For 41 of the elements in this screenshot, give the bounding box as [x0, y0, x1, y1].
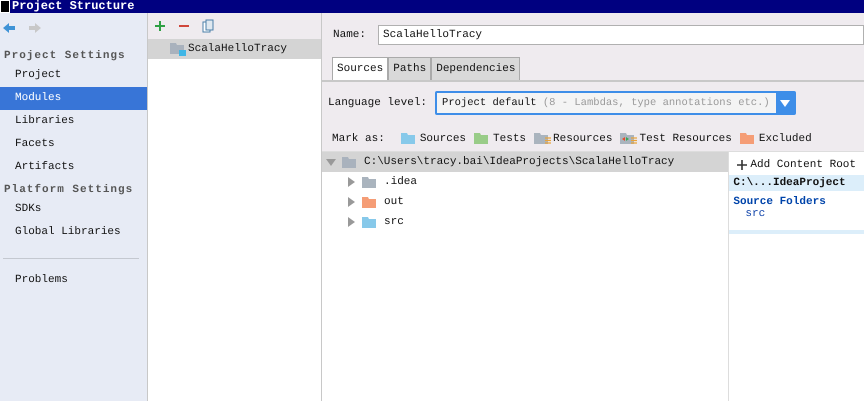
- name-label: Name:: [333, 29, 366, 41]
- add-content-root-button[interactable]: Add Content Root: [729, 152, 864, 175]
- window-title: Project Structure: [12, 0, 134, 13]
- tree-item[interactable]: src: [322, 212, 728, 232]
- sidebar-item[interactable]: Problems: [0, 269, 147, 292]
- add-icon[interactable]: [154, 20, 166, 32]
- source-folder[interactable]: src: [729, 208, 864, 234]
- sidebar-item[interactable]: Project: [0, 64, 147, 87]
- sidebar-item[interactable]: Global Libraries: [0, 221, 147, 244]
- language-level-dropdown[interactable]: Project default (8 - Lambdas, type annotations etc.): [435, 91, 796, 115]
- mark-as-option[interactable]: Resources: [534, 132, 612, 145]
- tree-root-row[interactable]: C:\Users\tracy.bai\IdeaProjects\ScalaHelloTracy: [322, 152, 728, 172]
- sidebar-item[interactable]: Facets: [0, 133, 147, 156]
- tree-item[interactable]: .idea: [322, 172, 728, 192]
- sidebar-item[interactable]: SDKs: [0, 198, 147, 221]
- add-icon: [737, 160, 748, 170]
- tree-item[interactable]: out: [322, 192, 728, 212]
- source-folders-title: Source Folders: [732, 195, 827, 208]
- mark-as-option[interactable]: Excluded: [740, 132, 812, 145]
- sidebar-item[interactable]: Artifacts: [0, 156, 147, 179]
- copy-icon[interactable]: [202, 19, 214, 33]
- mark-as-option[interactable]: Sources: [400, 132, 466, 145]
- section-header: Project Settings: [3, 49, 127, 64]
- folder-icon: [342, 156, 358, 168]
- name-field[interactable]: ScalaHelloTracy: [378, 25, 864, 45]
- mark-as-label: Mark as:: [332, 132, 385, 144]
- mark-as-option[interactable]: Test Resources: [620, 132, 732, 145]
- section-header: Platform Settings: [3, 182, 134, 198]
- tab[interactable]: Paths: [388, 57, 432, 80]
- sidebar-item[interactable]: Libraries: [0, 110, 147, 133]
- app-icon: [0, 0, 10, 13]
- content-root-path: C:\...IdeaProject: [729, 175, 864, 191]
- module-folder-icon: [170, 42, 186, 56]
- back-arrow-icon[interactable]: [2, 22, 16, 34]
- mark-as-option[interactable]: Tests: [474, 132, 526, 145]
- module-item[interactable]: ScalaHelloTracy: [148, 39, 321, 59]
- tab[interactable]: Sources: [332, 57, 388, 80]
- dropdown-arrow-icon: [780, 100, 790, 106]
- tab[interactable]: Dependencies: [431, 57, 520, 80]
- language-level-label: Language level:: [328, 97, 428, 109]
- sidebar-item[interactable]: Modules: [0, 87, 147, 110]
